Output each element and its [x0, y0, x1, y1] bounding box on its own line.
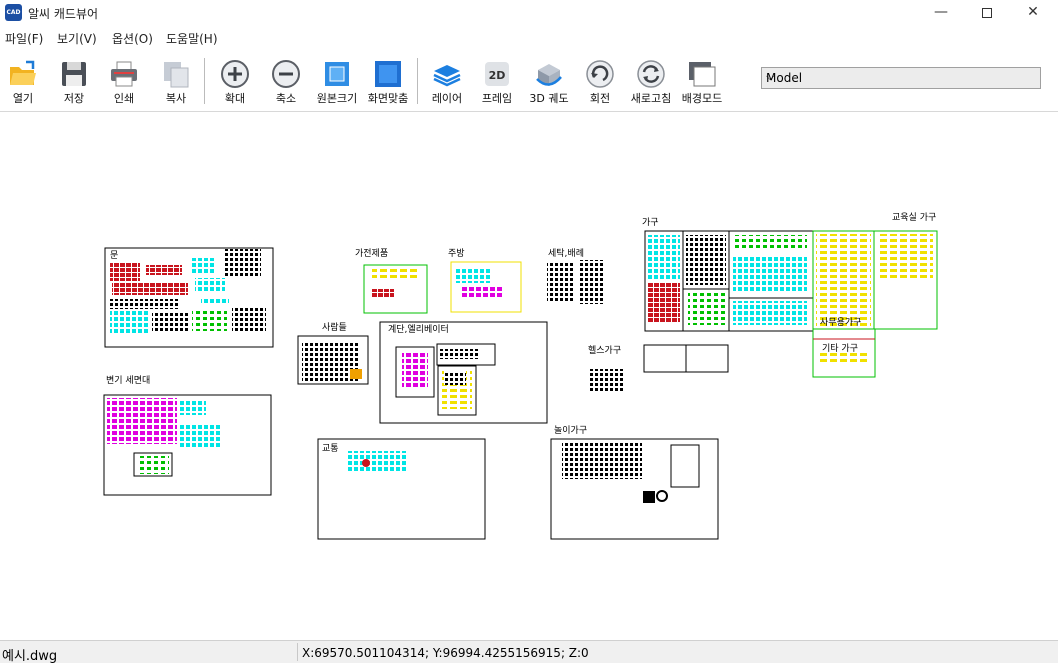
label-laundry: 세탁,배례: [548, 247, 584, 259]
drawing-sheet-stairs: [379, 321, 548, 424]
minimize-icon: —: [934, 4, 948, 20]
refresh-button[interactable]: 새로고침: [623, 56, 679, 108]
print-button[interactable]: 인쇄: [96, 56, 152, 108]
2d-frame-icon: 2D: [485, 62, 509, 86]
menu-view[interactable]: 보기(V): [57, 30, 97, 47]
label-appliances: 가전제품: [355, 248, 388, 259]
toolbar-separator: [204, 58, 205, 104]
close-button[interactable]: ✕: [1010, 0, 1056, 26]
menu-options[interactable]: 옵션(O): [112, 30, 153, 47]
layers-icon: [433, 65, 461, 87]
label-people: 사람들: [322, 321, 347, 333]
frame-button[interactable]: 2D 프레임: [469, 56, 525, 108]
menu-file[interactable]: 파일(F): [5, 30, 43, 47]
printer-icon: [111, 61, 137, 87]
menu-help[interactable]: 도움말(H): [166, 30, 218, 47]
background-mode-icon: [689, 62, 716, 87]
minimize-button[interactable]: —: [918, 0, 964, 26]
model-space-select[interactable]: Model ⌵: [761, 67, 1041, 89]
label-furniture: 가구: [642, 217, 659, 228]
label-misc: 기타 가구: [822, 343, 858, 354]
fit-screen-button[interactable]: 화면맞춤: [360, 56, 416, 108]
save-button[interactable]: 저장: [46, 56, 102, 108]
copy-button[interactable]: 복사: [148, 56, 204, 108]
menu-bar: 파일(F) 보기(V) 옵션(O) 도움말(H): [0, 27, 1058, 47]
drawing-sheet-furniture: [644, 230, 814, 332]
drawing-sheet-toilet: [103, 394, 272, 496]
label-classroom: 교육실 가구: [892, 212, 936, 223]
label-kitchen: 주방: [448, 248, 465, 259]
zoom-out-icon: [272, 60, 300, 88]
close-icon: ✕: [1027, 4, 1039, 20]
3d-orbit-icon: [536, 64, 562, 86]
svg-text:2D: 2D: [489, 69, 506, 82]
drawing-sheet-playground: [550, 438, 719, 540]
chevron-down-icon: ⌵: [766, 70, 775, 83]
refresh-icon: [637, 60, 665, 88]
cad-drawing: 문 가전제품 주방 세탁,배례 사람들 계단,엘리베이터 가구 교육실 가구 변…: [103, 212, 938, 540]
label-toilet: 변기 세면대: [106, 375, 150, 386]
rotate-button[interactable]: 회전: [572, 56, 628, 108]
label-office: 사무용가구: [820, 317, 861, 328]
drawing-sheet-traffic: [317, 438, 486, 540]
app-logo-icon: CAD: [5, 4, 22, 21]
zoom-out-button[interactable]: 축소: [258, 56, 314, 108]
maximize-icon: [982, 8, 992, 18]
status-coordinates: X:69570.501104314; Y:96994.4255156915; Z…: [302, 646, 589, 660]
folder-open-icon: [10, 60, 36, 85]
label-traffic: 교통: [322, 443, 339, 454]
label-gym: 헬스가구: [588, 345, 621, 356]
toolbar-separator: [417, 58, 418, 104]
window-title: 알씨 캐드뷰어: [28, 7, 99, 21]
status-filename: 예시.dwg: [2, 649, 58, 664]
label-stairs: 계단,엘리베이터: [388, 323, 449, 335]
actual-size-icon: [325, 62, 349, 86]
drawing-sheet-laundry: [547, 260, 605, 304]
rotate-icon: [586, 60, 614, 88]
actual-size-button[interactable]: 원본크기: [309, 56, 365, 108]
layers-button[interactable]: 레이어: [419, 56, 475, 108]
floppy-disk-icon: [62, 62, 86, 86]
fit-screen-icon: [375, 61, 401, 87]
status-bar: 예시.dwg X:69570.501104314; Y:96994.425515…: [0, 640, 1058, 664]
label-playground: 놀이가구: [554, 425, 587, 436]
background-mode-button[interactable]: 배경모드: [674, 56, 730, 108]
drawing-sheet-classroom: [812, 230, 938, 330]
label-doors: 문: [110, 250, 118, 261]
zoom-in-icon: [221, 60, 249, 88]
drawing-canvas[interactable]: 문 가전제품 주방 세탁,배례 사람들 계단,엘리베이터 가구 교육실 가구 변…: [0, 113, 1058, 639]
maximize-button[interactable]: [964, 0, 1010, 26]
3d-orbit-button[interactable]: 3D 궤도: [521, 56, 577, 108]
zoom-in-button[interactable]: 확대: [207, 56, 263, 108]
status-divider: [297, 643, 298, 661]
title-bar: CAD 알씨 캐드뷰어 — ✕: [0, 0, 1058, 26]
open-button[interactable]: 열기: [0, 56, 51, 108]
copy-icon: [164, 62, 189, 88]
drawing-sheet-doors: [104, 247, 274, 348]
